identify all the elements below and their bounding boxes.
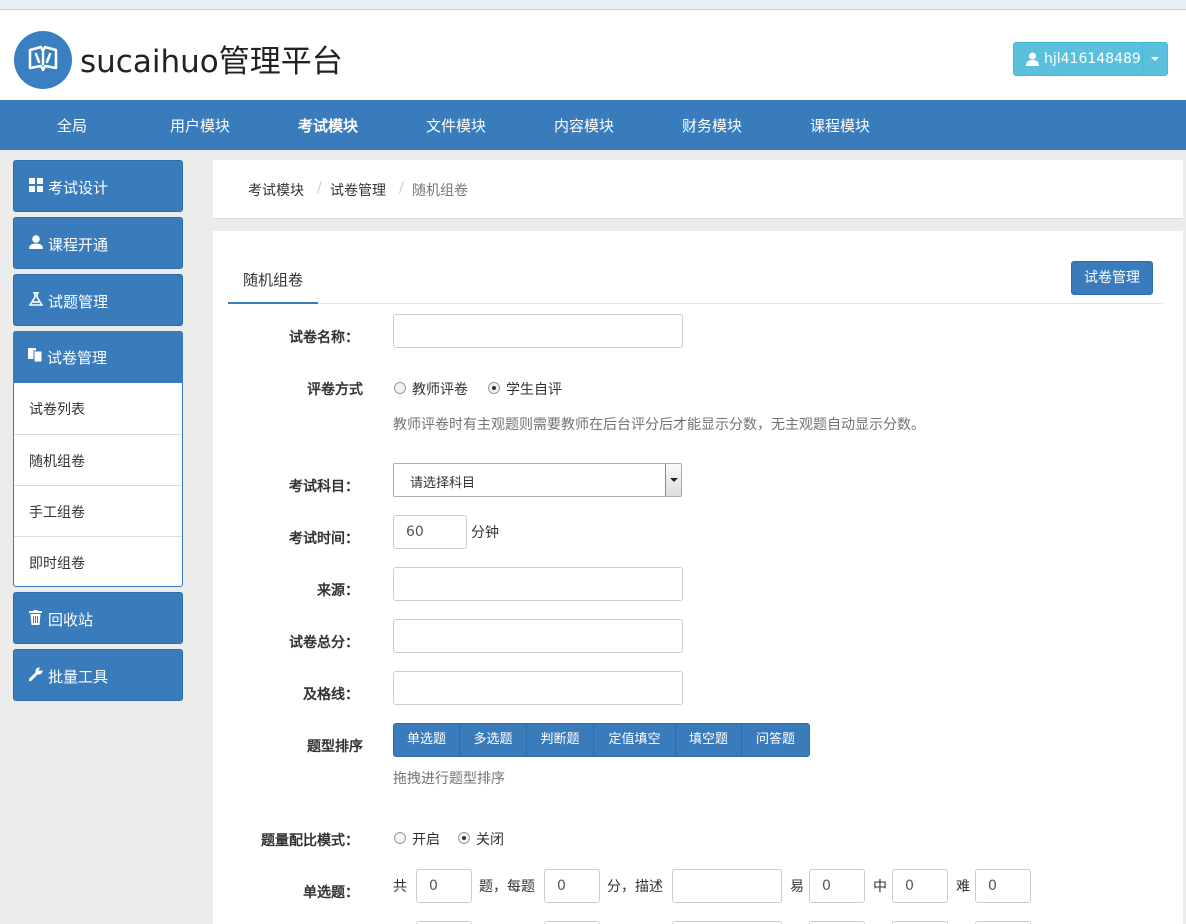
nav-item-content[interactable]: 内容模块 [520,100,648,150]
single-medium-input[interactable]: 0 [892,869,948,903]
files-icon [28,348,43,362]
type-multi-choice[interactable]: 多选题 [460,724,527,756]
paper-name-input[interactable] [393,314,683,348]
sidebar-subitem-paper-list[interactable]: 试卷列表 [14,383,182,434]
user-menu-button[interactable]: hjl416148489 [1013,42,1168,76]
breadcrumb-item[interactable]: 试卷管理 [330,180,386,200]
radio-ratio-off[interactable] [458,832,470,844]
source-input[interactable] [393,567,683,601]
sidebar-item-question-manage[interactable]: 试题管理 [13,274,183,326]
username: hjl416148489 [1044,51,1141,67]
nav-item-users[interactable]: 用户模块 [136,100,264,150]
nav-item-exam[interactable]: 考试模块 [264,100,392,150]
top-nav: 全局 用户模块 考试模块 文件模块 内容模块 财务模块 课程模块 [0,100,1186,150]
sidebar-subitem-instant-paper[interactable]: 即时组卷 [14,536,182,587]
user-icon [1026,52,1039,66]
breadcrumb-item[interactable]: 考试模块 [248,180,304,200]
wrench-icon [29,667,43,681]
type-single-choice[interactable]: 单选题 [394,724,460,756]
source-label: 来源： [317,583,359,599]
single-easy-input[interactable]: 0 [809,869,865,903]
radio-teacher-grading[interactable] [394,382,406,394]
sidebar-group-paper-manage: 试卷管理 试卷列表 随机组卷 手工组卷 即时组卷 [13,331,183,587]
nav-item-finance[interactable]: 财务模块 [648,100,776,150]
main-panel: 随机组卷 试卷管理 试卷名称： 评卷方式 教师评卷 学生自评 教师评卷时有主观题… [213,231,1183,924]
trash-icon [29,610,42,625]
subject-label: 考试科目： [289,479,359,495]
breadcrumb-separator: / [399,180,404,196]
breadcrumb-current: 随机组卷 [412,183,468,199]
radio-self-grading[interactable] [488,382,500,394]
type-fixed-fill[interactable]: 定值填空 [594,724,676,756]
type-fill-blank[interactable]: 填空题 [676,724,742,756]
type-essay[interactable]: 问答题 [742,724,809,756]
time-input[interactable]: 60 [393,515,467,549]
ratio-mode-label: 题量配比模式： [261,833,359,849]
single-choice-label: 单选题： [303,885,359,901]
type-judge[interactable]: 判断题 [527,724,594,756]
sidebar-subitem-manual-paper[interactable]: 手工组卷 [14,485,182,536]
brand-title: sucaihuo管理平台 [80,44,343,80]
time-unit: 分钟 [471,525,499,541]
subject-select[interactable]: 请选择科目 [393,463,682,497]
nav-item-global[interactable]: 全局 [8,100,136,150]
type-order-group: 单选题 多选题 判断题 定值填空 填空题 问答题 [393,723,810,757]
chevron-down-icon[interactable] [1151,57,1159,61]
type-order-label: 题型排序 [307,739,363,755]
grading-help: 教师评卷时有主观题则需要教师在后台评分后才能显示分数，无主观题自动显示分数。 [393,417,925,433]
chevron-down-icon[interactable] [665,464,681,496]
browser-bar [0,0,1186,10]
sidebar-item-exam-design[interactable]: 考试设计 [13,160,183,212]
type-order-help: 拖拽进行题型排序 [393,771,505,787]
pass-line-label: 及格线： [303,687,359,703]
breadcrumb-separator: / [317,180,322,196]
nav-item-files[interactable]: 文件模块 [392,100,520,150]
sidebar-item-course-open[interactable]: 课程开通 [13,217,183,269]
pass-line-input[interactable] [393,671,683,705]
flask-icon [29,292,43,306]
logo-book-icon [14,31,72,89]
single-desc-input[interactable] [672,869,782,903]
paper-manage-button[interactable]: 试卷管理 [1071,261,1153,295]
sidebar-item-batch-tools[interactable]: 批量工具 [13,649,183,701]
tab-random-paper[interactable]: 随机组卷 [228,262,318,304]
sidebar-subitem-random-paper[interactable]: 随机组卷 [14,434,182,485]
sidebar-item-recycle-bin[interactable]: 回收站 [13,592,183,644]
user-icon [29,235,43,249]
grading-label: 评卷方式 [307,382,363,398]
total-score-input[interactable] [393,619,683,653]
single-total-input[interactable]: 0 [416,869,472,903]
paper-name-label: 试卷名称： [289,330,359,346]
single-hard-input[interactable]: 0 [975,869,1031,903]
radio-ratio-on[interactable] [394,832,406,844]
time-label: 考试时间： [289,531,359,547]
total-score-label: 试卷总分： [289,635,359,651]
header: sucaihuo管理平台 hjl416148489 [0,10,1186,100]
single-score-input[interactable]: 0 [544,869,600,903]
nav-item-course[interactable]: 课程模块 [776,100,904,150]
breadcrumb: 考试模块 / 试卷管理 / 随机组卷 [213,160,1183,219]
grid-icon [29,178,43,192]
sidebar-item-paper-manage[interactable]: 试卷管理 [13,331,183,383]
